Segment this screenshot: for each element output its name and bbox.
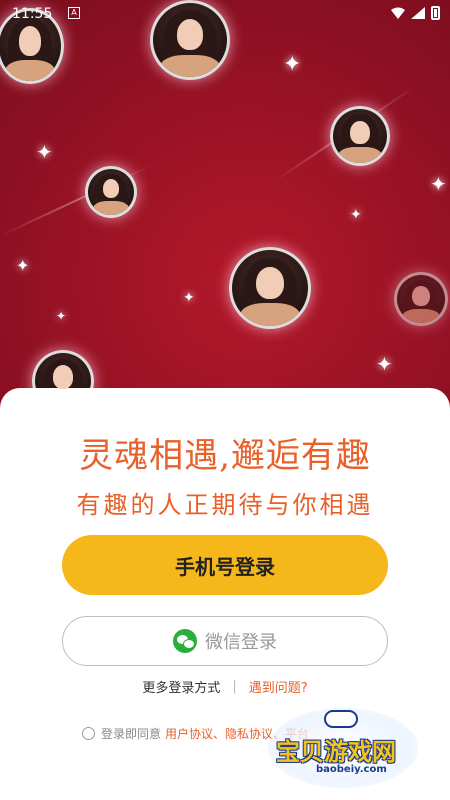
wechat-icon [173,629,197,653]
star-icon: ✦ [283,52,302,77]
user-agreement-link[interactable]: 用户协议、 [165,725,225,742]
agreement-checkbox[interactable] [82,726,95,740]
watermark-url: baobeiy.com [316,764,387,775]
more-login-options-link[interactable]: 更多登录方式 [142,677,220,696]
avatar[interactable] [85,166,137,218]
status-right-icons [391,6,440,20]
secondary-links: 更多登录方式 | 遇到问题? [0,676,450,696]
status-bar: 11:55 A [0,0,450,30]
site-watermark: 宝贝游戏网 baobeiy.com [268,708,418,788]
star-icon: ✦ [183,290,195,306]
star-icon: ✦ [36,140,53,164]
avatar[interactable] [229,247,311,329]
link-divider: | [232,678,237,694]
star-icon: ✦ [350,207,362,223]
wechat-login-button[interactable]: 微信登录 [62,616,388,666]
wechat-login-label: 微信登录 [205,632,277,653]
star-icon: ✦ [56,309,67,323]
avatar[interactable] [330,106,390,166]
wifi-icon [391,7,405,19]
gamepad-icon [324,710,358,728]
cellular-signal-icon [411,7,425,19]
star-icon: ✦ [430,172,447,196]
agreement-prefix: 登录即同意 [101,726,162,741]
star-icon: ✦ [376,352,393,376]
star-icon: ✦ [16,256,30,275]
watermark-title: 宝贝游戏网 [276,738,396,766]
notification-app-icon: A [68,7,80,19]
subtitle: 有趣的人正期待与你相遇 [76,491,374,519]
headline: 灵魂相遇,邂逅有趣 [79,436,371,476]
battery-icon [431,6,440,20]
status-time: 11:55 [12,6,53,22]
help-problem-link[interactable]: 遇到问题? [249,677,308,696]
phone-login-button[interactable]: 手机号登录 [62,535,388,595]
avatar[interactable] [394,272,448,326]
